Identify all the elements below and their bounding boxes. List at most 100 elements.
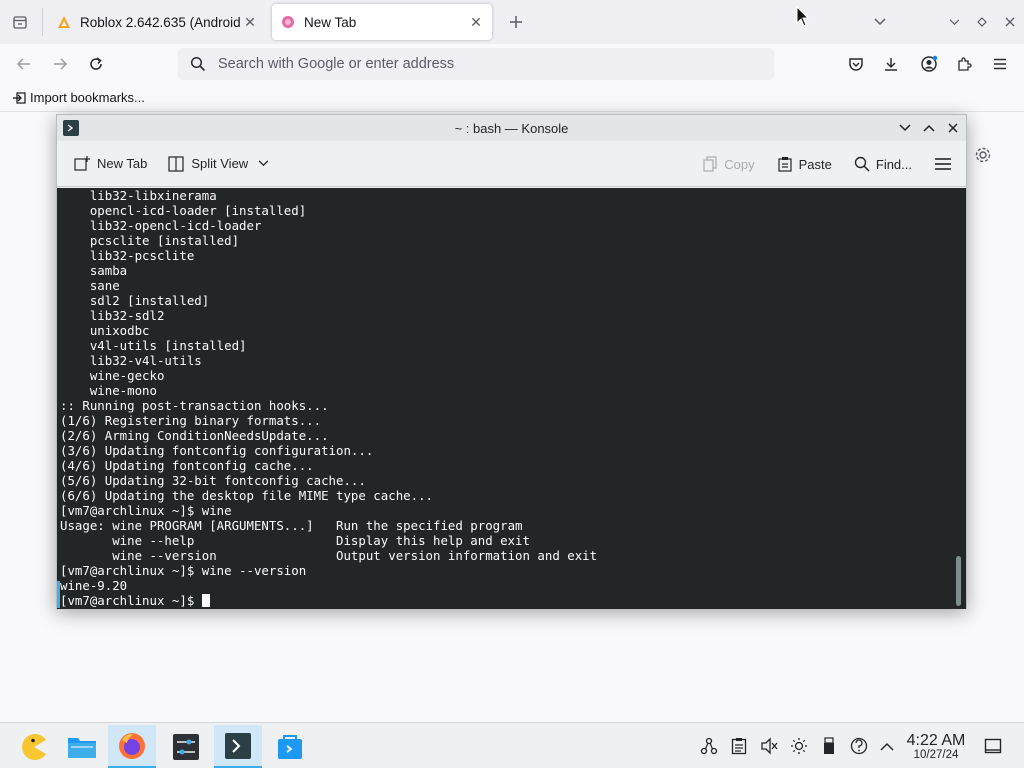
terminal-line: (6/6) Updating the desktop file MIME typ… (60, 488, 433, 503)
tab-roblox[interactable]: Roblox 2.642.635 (Android ✕ (48, 4, 266, 40)
taskbar-system-settings[interactable] (162, 725, 210, 768)
close-tab-icon[interactable]: ✕ (468, 14, 484, 30)
forward-button[interactable] (48, 52, 72, 76)
terminal-line: (2/6) Arming ConditionNeedsUpdate... (60, 428, 329, 443)
copy-button[interactable]: Copy (698, 149, 758, 179)
terminal-line: :: Running post-transaction hooks... (60, 398, 329, 413)
taskbar-konsole[interactable] (214, 725, 262, 768)
diamond-icon (977, 17, 987, 27)
close-tab-icon[interactable]: ✕ (242, 14, 258, 30)
maximize-button[interactable] (920, 119, 938, 137)
account-button[interactable] (917, 52, 941, 76)
taskbar-discover[interactable] (266, 725, 314, 768)
toolbar-right-group: Copy Paste Find... (698, 149, 956, 179)
tray-expand[interactable] (876, 735, 898, 757)
tray-removable-devices[interactable] (818, 735, 840, 757)
pacman-icon (22, 734, 46, 760)
digital-clock[interactable]: 4:22 AM 10/27/24 (903, 732, 969, 762)
show-desktop-icon (984, 738, 1002, 754)
terminal-line: samba (60, 263, 128, 278)
terminal-area[interactable]: lib32-libxinerama opencl-icd-loader [ins… (57, 188, 966, 609)
url-input[interactable] (218, 56, 718, 72)
terminal-line: [vm7@archlinux ~]$ wine (60, 503, 232, 518)
back-button[interactable] (12, 52, 36, 76)
downloads-button[interactable] (879, 52, 903, 76)
firefox-nav-bar (0, 44, 1024, 84)
firefox-icon (280, 14, 296, 30)
folder-icon (68, 738, 96, 758)
terminal-output: lib32-libxinerama opencl-icd-loader [ins… (60, 188, 597, 608)
close-window-button[interactable] (1000, 12, 1020, 32)
new-tab-settings-button[interactable] (974, 146, 992, 164)
roblox-apk-icon (56, 14, 72, 30)
update-icon (850, 737, 868, 755)
import-bookmarks-link[interactable]: Import bookmarks... (12, 90, 145, 105)
firefox-icon (119, 732, 145, 759)
tray-volume[interactable] (758, 735, 780, 757)
new-tab-button[interactable]: New Tab (69, 149, 151, 179)
extensions-button[interactable] (952, 52, 976, 76)
close-icon (948, 123, 958, 133)
taskbar-pacman[interactable] (10, 725, 58, 768)
taskbar-firefox[interactable] (108, 725, 156, 768)
close-icon (1005, 17, 1015, 27)
minimize-button[interactable] (944, 12, 964, 32)
list-all-tabs-button[interactable] (870, 12, 890, 32)
brightness-icon (791, 738, 807, 754)
url-bar[interactable] (178, 48, 774, 80)
hamburger-menu-button[interactable] (930, 149, 956, 179)
konsole-titlebar[interactable]: ~ : bash — Konsole (57, 115, 966, 141)
window-title: ~ : bash — Konsole (454, 120, 569, 136)
download-icon (885, 58, 897, 71)
puzzle-icon (958, 57, 972, 71)
minimize-button[interactable] (896, 119, 914, 137)
terminal-line: pcsclite [installed] (60, 233, 240, 248)
hamburger-icon (935, 158, 951, 170)
terminal-prompt-line: [vm7@archlinux ~]$ (60, 593, 597, 608)
chevron-down-icon (949, 18, 959, 25)
close-button[interactable] (944, 119, 962, 137)
terminal-line: wine-gecko (60, 368, 165, 383)
terminal-scrollbar[interactable] (956, 556, 961, 606)
find-label: Find... (875, 156, 912, 172)
menu-button[interactable] (988, 52, 1012, 76)
tab-list-button[interactable] (8, 10, 32, 34)
new-tab-label: New Tab (97, 156, 148, 171)
tray-brightness[interactable] (788, 735, 810, 757)
maximize-button[interactable] (972, 12, 992, 32)
clock-date: 10/27/24 (913, 749, 959, 761)
tray-network[interactable] (698, 735, 720, 757)
split-view-button[interactable]: Split View (163, 149, 273, 179)
paste-button[interactable]: Paste (773, 149, 836, 179)
terminal-cursor (201, 594, 210, 607)
reload-button[interactable] (84, 52, 108, 76)
discover-icon (278, 735, 302, 759)
copy-label: Copy (724, 156, 755, 172)
konsole-app-icon[interactable] (63, 120, 79, 136)
taskbar-dolphin[interactable] (58, 725, 106, 768)
search-icon (178, 56, 218, 72)
terminal-line: wine --version Output version informatio… (60, 548, 598, 563)
pocket-button[interactable] (844, 52, 868, 76)
tray-updates[interactable] (848, 735, 870, 757)
terminal-line-marker (57, 581, 60, 608)
terminal-line: lib32-pcsclite (60, 248, 195, 263)
account-icon (921, 55, 938, 72)
clipboard-icon (731, 738, 747, 755)
arrow-left-icon (16, 58, 30, 70)
new-tab-button[interactable] (504, 10, 528, 34)
tray-clipboard[interactable] (728, 735, 750, 757)
konsole-icon (225, 732, 251, 759)
import-icon (13, 91, 26, 104)
plasma-taskbar: 4:22 AM 10/27/24 (0, 722, 1024, 768)
terminal-line: opencl-icd-loader [installed] (60, 203, 307, 218)
tab-new-tab[interactable]: New Tab ✕ (272, 4, 492, 40)
terminal-line: lib32-sdl2 (60, 308, 165, 323)
find-button[interactable]: Find... (850, 149, 916, 179)
show-desktop-button[interactable] (982, 735, 1004, 757)
tab-title: New Tab (304, 14, 357, 30)
paste-icon (778, 157, 792, 172)
usb-drive-icon (824, 737, 834, 754)
terminal-line: unixodbc (60, 323, 150, 338)
search-icon (854, 156, 870, 172)
